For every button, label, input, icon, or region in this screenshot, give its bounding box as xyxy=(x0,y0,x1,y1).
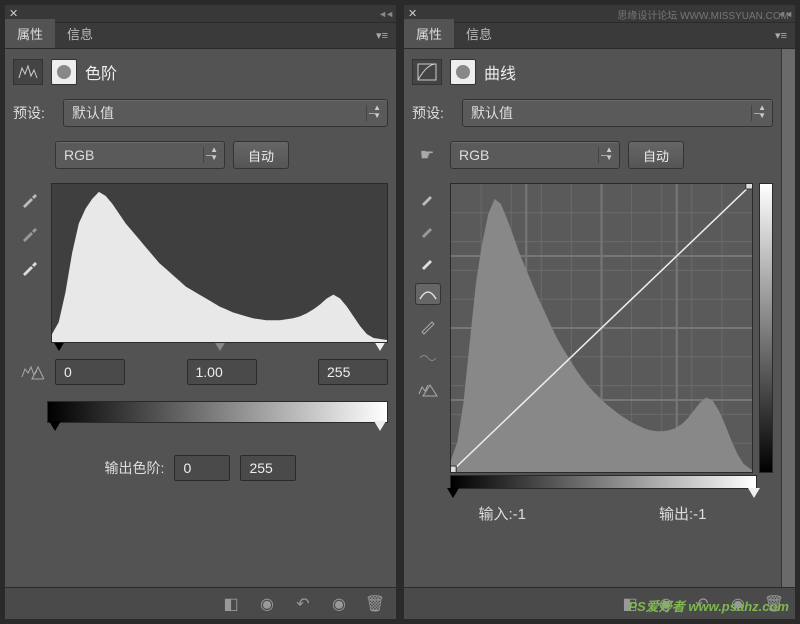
content: 曲线 预设: 默认值 ▲▼ ☛ RGB ▲▼ 自动 xyxy=(404,49,781,587)
trash-icon[interactable]: 🗑 xyxy=(364,594,386,614)
scrollbar[interactable] xyxy=(781,49,795,587)
tab-properties[interactable]: 属性 xyxy=(404,19,454,48)
smooth-icon[interactable] xyxy=(415,347,441,369)
eyedropper-black-icon[interactable] xyxy=(415,187,441,209)
output-white-field[interactable]: 255 xyxy=(240,455,296,481)
output-sliders[interactable] xyxy=(47,421,388,431)
input-gamma-field[interactable]: 1.00 xyxy=(187,359,257,385)
tab-info[interactable]: 信息 xyxy=(55,19,105,48)
mask-icon[interactable] xyxy=(51,59,77,85)
panel-menu-icon[interactable]: ▾≡ xyxy=(368,23,396,48)
watermark-bottom: PS爱好者 www.psahz.com xyxy=(628,596,789,615)
slider-white[interactable] xyxy=(748,488,760,498)
input-black-field[interactable]: 0 xyxy=(55,359,125,385)
output-black-field[interactable]: 0 xyxy=(174,455,230,481)
eyedropper-white-icon[interactable] xyxy=(415,251,441,273)
eyedropper-gray-icon[interactable] xyxy=(415,219,441,241)
preset-select[interactable]: 默认值 ▲▼ xyxy=(63,99,388,127)
collapse-icon[interactable]: ◄◄ xyxy=(378,9,392,19)
tabs: 属性 信息 ▾≡ xyxy=(404,23,795,49)
curves-icon xyxy=(412,59,442,85)
on-image-tool-icon[interactable]: ☛ xyxy=(412,143,442,167)
out-slider-white[interactable] xyxy=(374,421,386,431)
eyedropper-gray-icon[interactable] xyxy=(16,223,42,245)
visibility-icon[interactable]: ◉ xyxy=(328,594,350,614)
output-gradient-vertical xyxy=(759,183,773,473)
panel-footer: ◧ ◉ ↶ ◉ 🗑 xyxy=(5,587,396,619)
out-slider-black[interactable] xyxy=(49,421,61,431)
clip-to-layer-icon[interactable]: ◧ xyxy=(220,594,242,614)
channel-select[interactable]: RGB ▲▼ xyxy=(55,141,225,169)
pencil-curve-icon[interactable] xyxy=(415,315,441,337)
panel-menu-icon[interactable]: ▾≡ xyxy=(767,23,795,48)
tab-properties[interactable]: 属性 xyxy=(5,19,55,48)
clip-warning-icon[interactable] xyxy=(17,361,47,383)
channel-select[interactable]: RGB ▲▼ xyxy=(450,141,620,169)
input-gradient-horizontal[interactable] xyxy=(450,475,757,489)
preset-label: 预设: xyxy=(412,103,454,123)
preset-select[interactable]: 默认值 ▲▼ xyxy=(462,99,773,127)
tabs: 属性 信息 ▾≡ xyxy=(5,23,396,49)
watermark-top: 思缘设计论坛 WWW.MISSYUAN.COM xyxy=(617,7,789,22)
slider-black[interactable] xyxy=(447,488,459,498)
point-curve-icon[interactable] xyxy=(415,283,441,305)
eyedropper-black-icon[interactable] xyxy=(16,189,42,211)
input-white-field[interactable]: 255 xyxy=(318,359,388,385)
preset-label: 预设: xyxy=(13,103,55,123)
output-readout: 输出:-1 xyxy=(659,503,707,524)
auto-button[interactable]: 自动 xyxy=(628,141,684,169)
input-readout: 输入:-1 xyxy=(478,503,526,524)
curves-graph[interactable] xyxy=(450,183,753,473)
eyedropper-white-icon[interactable] xyxy=(16,257,42,279)
output-label: 输出色阶: xyxy=(105,458,165,478)
reset-icon[interactable]: ↶ xyxy=(292,594,314,614)
output-gradient[interactable] xyxy=(47,401,388,423)
tab-info[interactable]: 信息 xyxy=(454,19,504,48)
levels-histogram[interactable] xyxy=(51,183,388,343)
mask-icon[interactable] xyxy=(450,59,476,85)
view-previous-icon[interactable]: ◉ xyxy=(256,594,278,614)
adjustment-title: 色阶 xyxy=(85,60,117,84)
content: 色阶 预设: 默认值 ▲▼ RGB ▲▼ 自动 xyxy=(5,49,396,587)
curves-panel: 思缘设计论坛 WWW.MISSYUAN.COM ✕ ◄◄ 属性 信息 ▾≡ 曲线… xyxy=(403,4,796,620)
adjustment-title: 曲线 xyxy=(484,60,516,84)
clip-warning-icon[interactable] xyxy=(415,379,441,401)
levels-panel: ✕ ◄◄ 属性 信息 ▾≡ 色阶 预设: 默认值 ▲▼ RGB ▲▼ 自动 xyxy=(4,4,397,620)
auto-button[interactable]: 自动 xyxy=(233,141,289,169)
levels-icon xyxy=(13,59,43,85)
